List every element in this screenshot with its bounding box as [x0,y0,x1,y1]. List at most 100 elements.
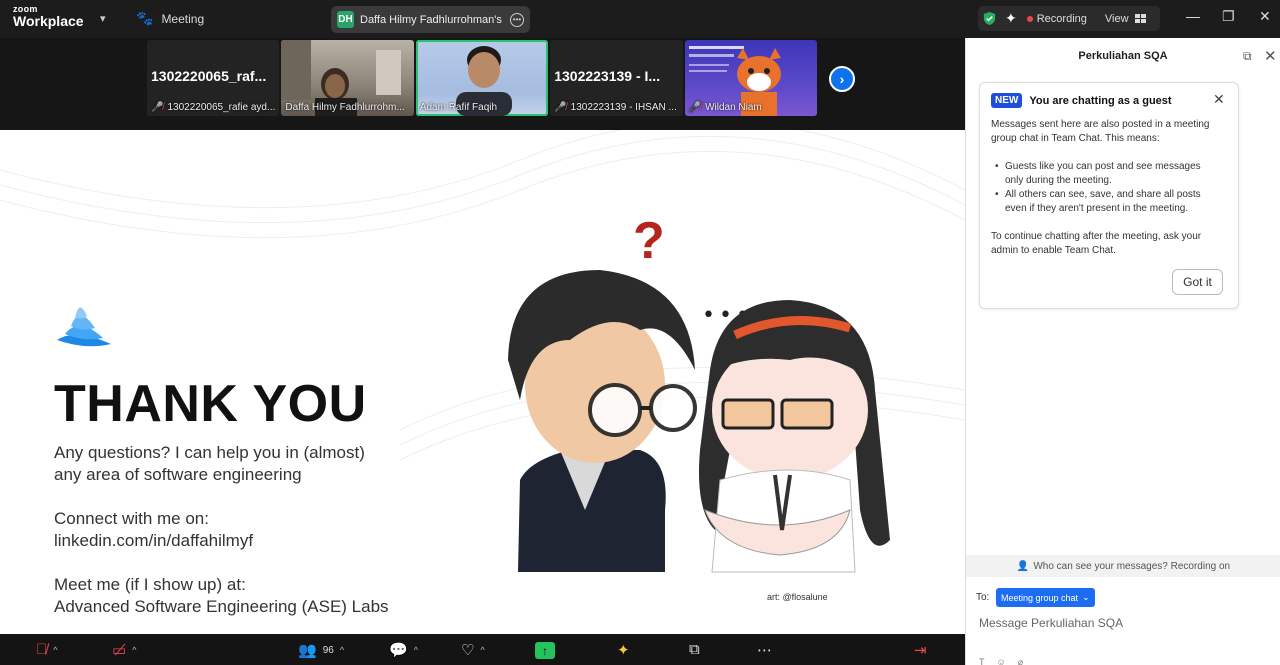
format-icon[interactable]: T [979,657,985,665]
recipient-value: Meeting group chat [1001,592,1079,603]
attach-icon[interactable]: ⌀ [1018,657,1023,665]
mic-off-icon: 🎤̸ [151,102,164,113]
brand-logo [57,307,111,347]
art-credit: art: @flosalune [767,592,828,602]
chevron-up-icon[interactable]: ^ [53,645,57,655]
title-bar: zoom Workplace ▾ 🐾 Meeting DH Daffa Hilm… [0,0,1280,38]
notice-text: To continue chatting after the meeting, … [991,231,1202,256]
question-mark: ? [633,212,665,270]
zoom-window: zoom Workplace ▾ 🐾 Meeting DH Daffa Hilm… [0,0,1280,665]
recording-label[interactable]: Recording [1037,13,1087,25]
people-icon: 👤 [1016,560,1030,572]
screen-share-indicator[interactable]: DH Daffa Hilmy Fadhlurrohman's scr ••• [331,6,530,33]
chat-icon: 💬 [389,642,408,659]
got-it-button[interactable]: Got it [1172,269,1223,295]
chevron-down-icon[interactable]: ▾ [100,12,106,25]
participants-icon: 👥 [298,642,317,659]
close-icon[interactable]: ✕ [1213,91,1225,108]
mic-off-icon: 🎙̸ [36,641,48,658]
participant-tile[interactable]: Daffa Hilmy Fadhlurrohm... [281,40,414,116]
emoji-icon[interactable]: ☺ [997,657,1006,665]
mic-off-icon: 🎤̸ [554,102,567,113]
mute-button[interactable]: 🎙̸ ^ [36,641,57,658]
meeting-label: Meeting [161,11,205,26]
leave-icon: ⇥ [914,642,927,659]
participant-tile[interactable]: Adam Rafif Faqih [415,40,549,116]
pop-out-icon[interactable]: ⧉ [1243,49,1252,64]
notice-text: Messages sent here are also posted in a … [991,119,1210,144]
slide-text-line: any area of software engineering [54,465,302,484]
chevron-up-icon[interactable]: ^ [414,645,418,655]
to-label: To: [976,592,990,603]
logo-big-text: Workplace [13,13,84,29]
slide-heading: THANK YOU [54,375,367,433]
close-window-icon[interactable]: ✕ [1259,8,1271,25]
ai-companion-icon[interactable]: ✦ [1005,10,1017,27]
slide-text-line: Connect with me on: [54,509,209,528]
meeting-toolbar: 🎙̸ ^ ▭̸ ^ 👥 96 ^ 💬 ^ ♡ ^ ↑ ✦ ⧉ ⋯ ⇥ [0,634,965,665]
participant-tile[interactable]: 🎤̸ Wildan Niam [684,40,818,116]
participants-button[interactable]: 👥 96 ^ [298,641,344,659]
recipient-dropdown[interactable]: Meeting group chat ⌄ [996,588,1095,607]
video-off-icon: ▭̸ [112,642,127,659]
who-can-see-text: Who can see your messages? Recording on [1033,560,1231,572]
chat-tools: T ☺ ⌀ [979,657,1023,665]
chevron-up-icon[interactable]: ^ [480,645,484,655]
restore-icon[interactable]: ❐ [1222,8,1235,25]
participant-label-text: 1302223139 - IHSAN ... [570,102,677,113]
start-video-button[interactable]: ▭̸ ^ [112,641,136,659]
participant-label-text: 1302220065_rafie ayd... [167,102,276,113]
more-icon[interactable]: ••• [510,12,524,27]
slide-text-line: Advanced Software Engineering (ASE) Labs [54,597,389,616]
participant-label-text: Adam Rafif Faqih [419,102,498,113]
participant-label: 🎤̸ 1302223139 - IHSAN ... [554,102,677,113]
apps-button[interactable]: ⧉ [689,641,700,658]
ai-companion-button[interactable]: ✦ [617,641,630,659]
participant-name: 1302220065_raf... [151,68,267,84]
minimize-icon[interactable]: — [1186,8,1200,24]
participant-count: 96 [322,644,334,656]
character-illustration: ? ••• [508,212,890,573]
shield-icon[interactable] [982,11,997,26]
participant-label: 🎤̸ Wildan Niam [689,102,762,113]
shared-screen: THANK YOU Any questions? I can help you … [0,130,965,634]
zoom-workplace-logo[interactable]: zoom Workplace [13,5,84,29]
notice-bullet: Guests like you can post and see message… [995,160,1215,188]
recording-dot-icon [1026,15,1033,22]
view-button[interactable]: View [1105,13,1129,25]
paw-icon: 🐾 [136,10,154,26]
participant-label-text: Wildan Niam [705,102,762,113]
chevron-down-icon: ⌄ [1082,592,1090,602]
chevron-up-icon[interactable]: ^ [132,645,136,655]
participant-label-text: Daffa Hilmy Fadhlurrohm... [285,102,405,113]
chevron-up-icon[interactable]: ^ [340,645,344,655]
share-screen-button[interactable]: ↑ [535,642,555,659]
linkedin-text: linkedin.com/in/daffahilmyf [54,531,254,550]
grid-view-icon[interactable] [1134,14,1146,23]
chat-button[interactable]: 💬 ^ [389,641,418,659]
notice-title: You are chatting as a guest [1029,94,1172,107]
chevron-right-icon[interactable]: › [829,66,855,92]
message-input[interactable] [979,613,1259,633]
more-button[interactable]: ⋯ [757,641,772,659]
slide-text-line: Any questions? I can help you in (almost… [54,443,365,462]
participant-strip: 1302220065_raf... 🎤̸ 1302220065_rafie ayd… [0,38,965,130]
apps-icon: ⧉ [689,641,700,658]
share-arrow-icon: ↑ [535,642,555,659]
participant-name: 1302223139 - I... [554,68,661,84]
presenter-avatar: DH [337,11,354,28]
share-title: Daffa Hilmy Fadhlurrohman's scr [360,13,504,26]
meeting-menu-button[interactable]: 🐾 Meeting [136,10,204,27]
chat-title: Perkuliahan SQA [1078,50,1168,62]
reactions-button[interactable]: ♡ ^ [461,641,485,659]
chat-panel: Perkuliahan SQA ⧉ ✕ NEW You are chatting… [965,38,1280,665]
who-can-see-bar[interactable]: 👤 Who can see your messages? Recording o… [966,555,1280,577]
slide-text-line: Meet me (if I show up) at: [54,575,246,594]
participant-tile[interactable]: 1302223139 - I... 🎤̸ 1302223139 - IHSAN .… [550,40,683,116]
new-badge: NEW [991,93,1023,108]
leave-button[interactable]: ⇥ [914,641,927,659]
participant-tile[interactable]: 1302220065_raf... 🎤̸ 1302220065_rafie ayd… [147,40,280,116]
close-icon[interactable]: ✕ [1264,47,1277,65]
meeting-status-bar: ✦ Recording View [978,6,1160,31]
participant-label: Adam Rafif Faqih [420,102,497,113]
